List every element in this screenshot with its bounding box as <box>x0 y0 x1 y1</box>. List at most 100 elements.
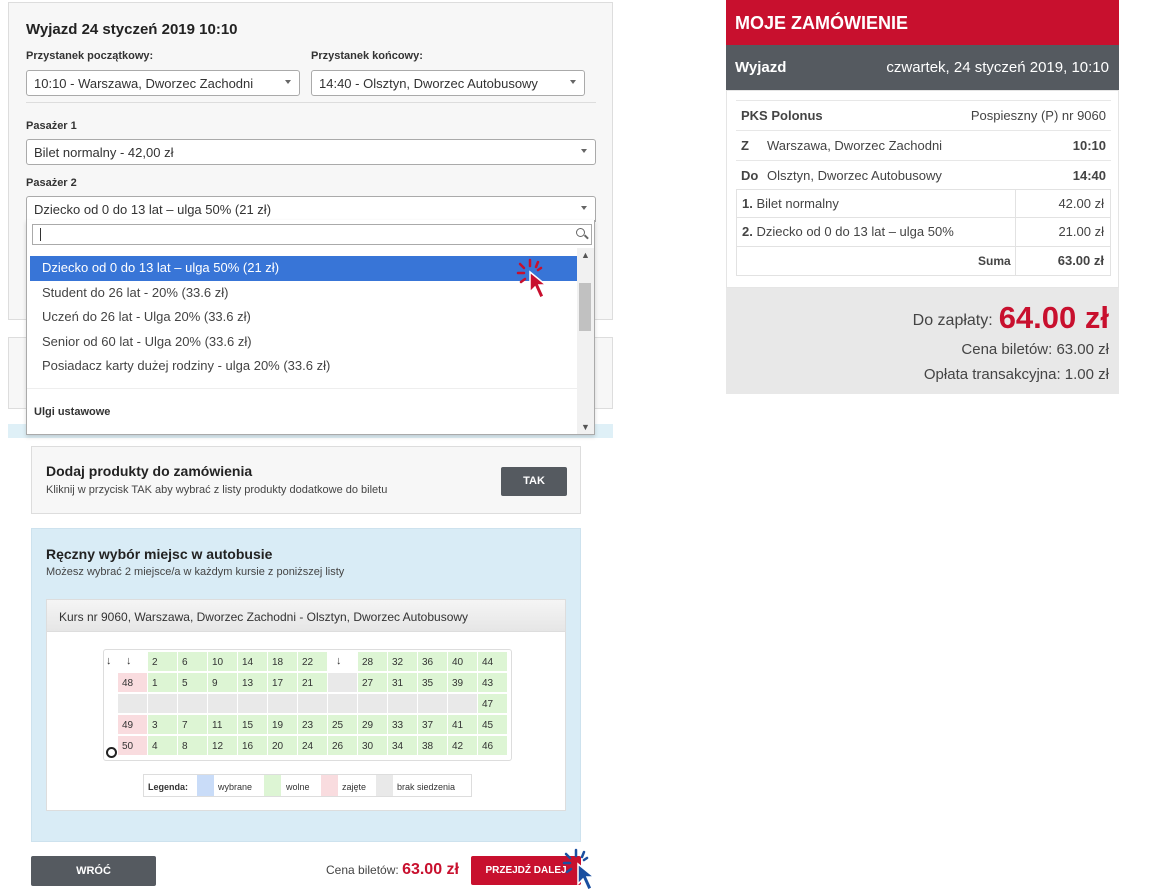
seat-free[interactable]: 14 <box>238 652 268 672</box>
seat-free[interactable]: 28 <box>358 652 388 672</box>
seat-free[interactable]: 16 <box>238 736 268 756</box>
passenger-2-ticket-select[interactable]: Dziecko od 0 do 13 lat – ulga 50% (21 zł… <box>26 196 596 222</box>
seat-free[interactable]: 26 <box>328 736 358 756</box>
dropdown-group-label: Ulgi ustawowe <box>34 406 111 418</box>
ticket-row: 2. Dziecko od 0 do 13 lat – ulga 50% 21.… <box>736 218 1111 247</box>
seat-free[interactable]: 17 <box>268 673 298 693</box>
from-row: Z Warszawa, Dworzec Zachodni 10:10 <box>736 130 1111 160</box>
seat-free[interactable]: 45 <box>478 715 508 735</box>
seat-free[interactable]: 1 <box>148 673 178 693</box>
tickets-price: Cena biletów: 63.00 zł <box>326 861 459 879</box>
scroll-down-icon[interactable]: ▼ <box>581 422 590 432</box>
seat-free[interactable]: 4 <box>148 736 178 756</box>
end-stop-select[interactable]: 14:40 - Olsztyn, Dworzec Autobusowy <box>311 70 585 96</box>
back-button[interactable]: WRÓĆ <box>31 856 156 886</box>
seat-free[interactable]: 41 <box>448 715 478 735</box>
seat-empty <box>208 694 238 714</box>
seat-free[interactable]: 6 <box>178 652 208 672</box>
seat-free[interactable]: 13 <box>238 673 268 693</box>
dropdown-option[interactable]: Senior od 60 lat - Ulga 20% (33.6 zł) <box>27 330 579 355</box>
seat-empty <box>148 694 178 714</box>
chevron-down-icon <box>570 80 576 84</box>
seat-free[interactable]: 3 <box>148 715 178 735</box>
seat-free[interactable]: 5 <box>178 673 208 693</box>
order-details: PKS Polonus Pospieszny (P) nr 9060 Z War… <box>726 90 1119 288</box>
seat-free[interactable]: 42 <box>448 736 478 756</box>
legend-free: wolne <box>286 782 310 792</box>
seat-empty <box>418 694 448 714</box>
seat-free[interactable]: 22 <box>298 652 328 672</box>
seat-free[interactable]: 38 <box>418 736 448 756</box>
ticket-price: 21.00 zł <box>1058 224 1104 239</box>
seat-free[interactable]: 44 <box>478 652 508 672</box>
seat-free[interactable]: 30 <box>358 736 388 756</box>
to-stop: Olsztyn, Dworzec Autobusowy <box>767 168 942 183</box>
start-stop-select[interactable]: 10:10 - Warszawa, Dworzec Zachodni <box>26 70 300 96</box>
door-arrow-icon: ↓ <box>328 652 358 672</box>
seat-free[interactable]: 36 <box>418 652 448 672</box>
dropdown-option[interactable]: Posiadacz karty dużej rodziny - ulga 20%… <box>27 354 579 379</box>
to-row: Do Olsztyn, Dworzec Autobusowy 14:40 <box>736 160 1111 189</box>
divider <box>27 388 579 389</box>
discount-dropdown[interactable]: Dziecko od 0 do 13 lat – ulga 50% (21 zł… <box>26 220 595 435</box>
seat-free[interactable]: 47 <box>478 694 508 714</box>
seat-free[interactable]: 8 <box>178 736 208 756</box>
end-stop-label: Przystanek końcowy: <box>311 50 423 62</box>
seat-empty <box>118 694 148 714</box>
seat-free[interactable]: 31 <box>388 673 418 693</box>
chevron-down-icon <box>285 80 291 84</box>
seat-free[interactable]: 9 <box>208 673 238 693</box>
seat-free[interactable]: 12 <box>208 736 238 756</box>
amount-to-pay-value: 64.00 zł <box>998 300 1109 335</box>
seat-free[interactable]: 46 <box>478 736 508 756</box>
seat-free[interactable]: 15 <box>238 715 268 735</box>
seat-free[interactable]: 7 <box>178 715 208 735</box>
order-panel: MOJE ZAMÓWIENIE Wyjazd czwartek, 24 styc… <box>726 0 1119 394</box>
seat-free[interactable]: 24 <box>298 736 328 756</box>
legend-taken: zajęte <box>342 782 367 792</box>
seat-free[interactable]: 21 <box>298 673 328 693</box>
scroll-up-icon[interactable]: ▲ <box>581 250 590 260</box>
seat-free[interactable]: 11 <box>208 715 238 735</box>
seat-free[interactable]: 23 <box>298 715 328 735</box>
dropdown-search-input[interactable] <box>32 224 592 245</box>
dropdown-option[interactable]: Dziecko od 0 do 13 lat – ulga 50% (21 zł… <box>30 256 579 281</box>
seat-free[interactable]: 32 <box>388 652 418 672</box>
scrollbar-thumb[interactable] <box>579 283 591 331</box>
seat-free[interactable]: 27 <box>358 673 388 693</box>
seat-free[interactable]: 19 <box>268 715 298 735</box>
seat-free[interactable]: 39 <box>448 673 478 693</box>
ticket-name: 1. Bilet normalny <box>742 196 839 211</box>
start-stop-value: 10:10 - Warszawa, Dworzec Zachodni <box>34 76 254 91</box>
seat-free[interactable]: 25 <box>328 715 358 735</box>
passenger-1-ticket-select[interactable]: Bilet normalny - 42,00 zł <box>26 139 596 165</box>
add-products-box: Dodaj produkty do zamówienia Kliknij w p… <box>31 446 581 514</box>
chevron-down-icon <box>581 149 587 153</box>
seat-empty <box>328 673 358 693</box>
seat-free[interactable]: 34 <box>388 736 418 756</box>
yes-button[interactable]: TAK <box>501 467 567 496</box>
seat-free[interactable]: 10 <box>208 652 238 672</box>
dropdown-scrollbar[interactable]: ▲ ▼ <box>577 248 594 434</box>
seat-free[interactable]: 18 <box>268 652 298 672</box>
seat-free[interactable]: 29 <box>358 715 388 735</box>
sum-label: Suma <box>978 254 1011 268</box>
trip-title: Wyjazd 24 styczeń 2019 10:10 <box>26 21 238 38</box>
departure-bar: Wyjazd czwartek, 24 styczeń 2019, 10:10 <box>726 45 1119 90</box>
dropdown-option[interactable]: Student do 26 lat - 20% (33.6 zł) <box>27 281 579 306</box>
seat-free[interactable]: 40 <box>448 652 478 672</box>
end-stop-value: 14:40 - Olsztyn, Dworzec Autobusowy <box>319 76 538 91</box>
seat-free[interactable]: 2 <box>148 652 178 672</box>
amount-to-pay: Do zapłaty: 64.00 zł <box>913 300 1109 336</box>
sum-value: 63.00 zł <box>1057 253 1104 268</box>
dropdown-option[interactable]: Uczeń do 26 lat - Ulga 20% (33.6 zł) <box>27 305 579 330</box>
from-stop: Warszawa, Dworzec Zachodni <box>767 138 943 153</box>
legend-selected: wybrane <box>218 782 253 792</box>
seat-free[interactable]: 20 <box>268 736 298 756</box>
click-cursor-icon <box>562 848 597 890</box>
seat-free[interactable]: 37 <box>418 715 448 735</box>
seat-free[interactable]: 43 <box>478 673 508 693</box>
seat-free[interactable]: 35 <box>418 673 448 693</box>
seat-free[interactable]: 33 <box>388 715 418 735</box>
sum-row: Suma 63.00 zł <box>736 247 1111 276</box>
